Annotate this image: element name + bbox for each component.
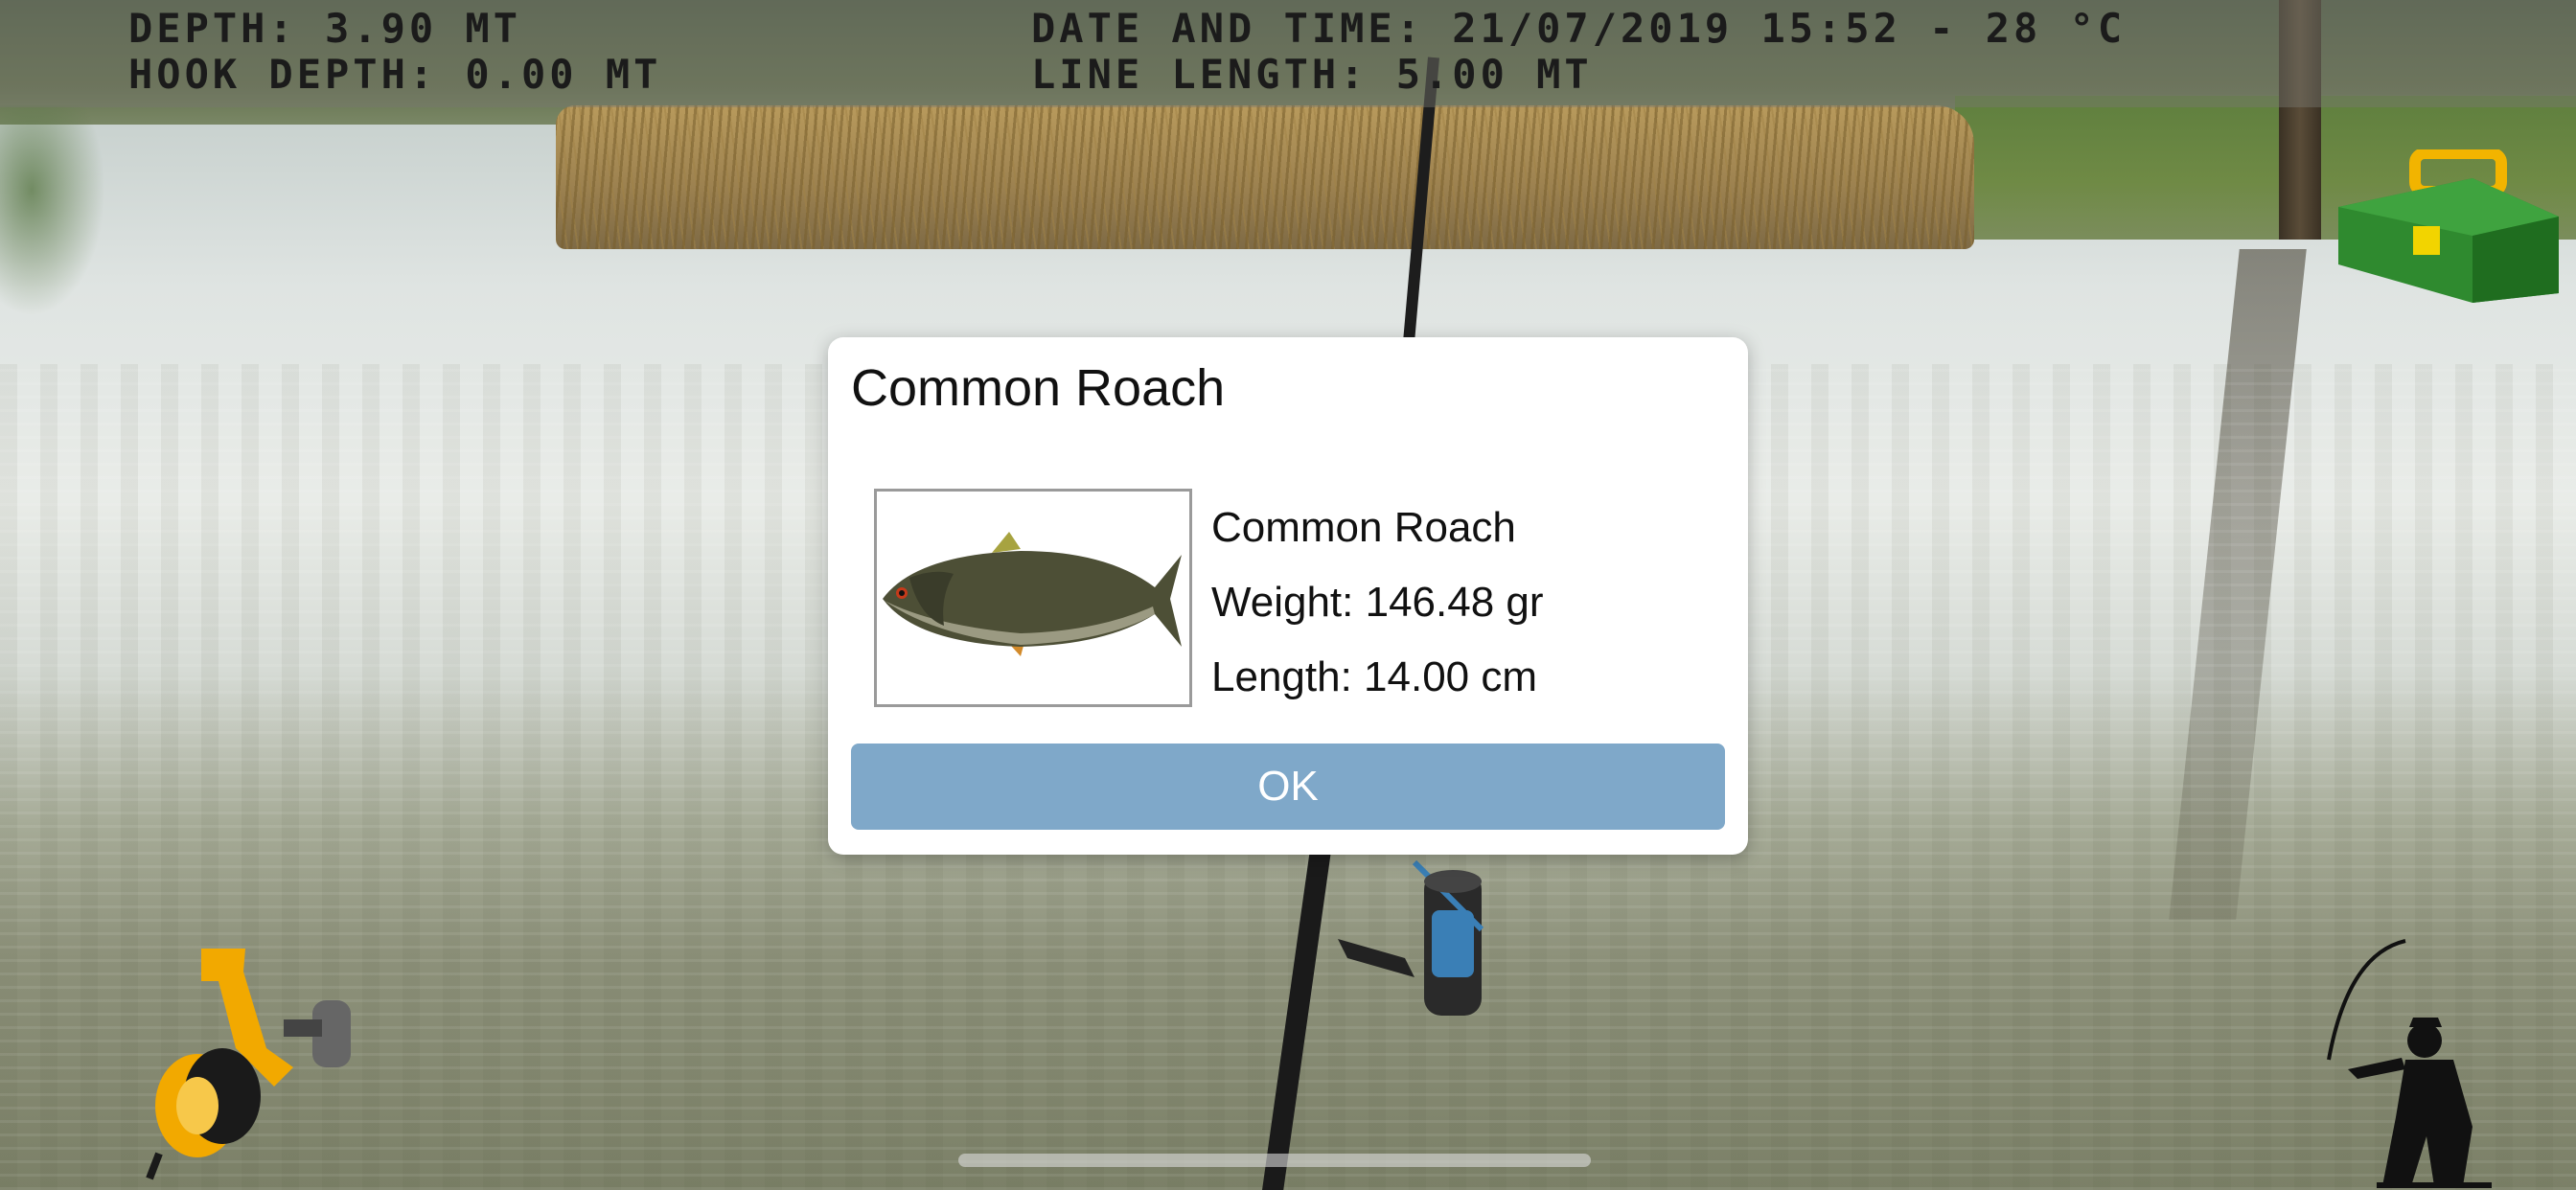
- reeds: [556, 105, 1974, 249]
- home-indicator[interactable]: [958, 1154, 1591, 1167]
- ok-button[interactable]: OK: [851, 744, 1725, 830]
- fish-name: Common Roach: [1211, 504, 1516, 551]
- line-length-readout: LINE LENGTH: 5.00 MT: [1031, 51, 1593, 98]
- catch-dialog: Common Roach Common Roach Weight: 146.48…: [828, 337, 1748, 855]
- hud-bar: DEPTH: 3.90 MT HOOK DEPTH: 0.00 MT DATE …: [0, 0, 2576, 107]
- hook-depth-readout: HOOK DEPTH: 0.00 MT: [128, 51, 662, 98]
- roach-fish-image: [883, 532, 1182, 656]
- fish-weight: Weight: 146.48 gr: [1211, 579, 1544, 626]
- rod-reel-icon: [1338, 859, 1484, 1016]
- depth-readout: DEPTH: 3.90 MT: [128, 5, 522, 52]
- date-time-readout: DATE AND TIME: 21/07/2019 15:52 - 28 °C: [1031, 5, 2127, 52]
- left-leaves: [0, 105, 105, 316]
- dialog-title: Common Roach: [851, 359, 1226, 417]
- spinning-reel-icon[interactable]: [140, 943, 360, 1187]
- fish-length: Length: 14.00 cm: [1211, 653, 1538, 700]
- fish-info: Common Roach Weight: 146.48 gr Length: 1…: [1211, 491, 1544, 715]
- tackle-box-icon[interactable]: [2329, 148, 2564, 308]
- fisherman-icon[interactable]: [2319, 935, 2530, 1190]
- fish-image-frame: [874, 489, 1192, 707]
